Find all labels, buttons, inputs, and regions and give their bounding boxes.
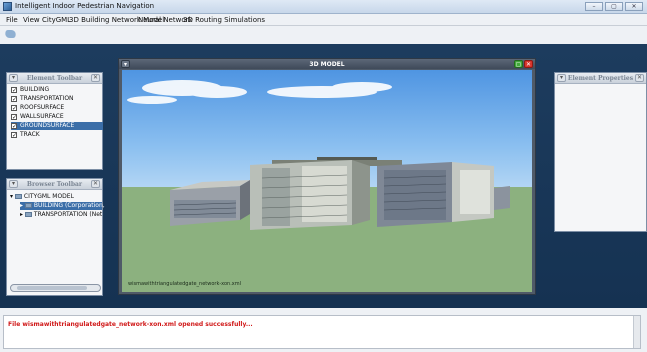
checkbox-label: BUILDING bbox=[20, 86, 50, 93]
building-center bbox=[250, 160, 370, 230]
check-icon[interactable]: ✓ bbox=[11, 96, 17, 103]
clouds bbox=[127, 80, 392, 104]
tree-item-building[interactable]: ▸ BUILDING (Corporation, bbox=[20, 202, 105, 210]
check-icon[interactable]: ✓ bbox=[11, 105, 17, 112]
minimize-button[interactable]: – bbox=[585, 2, 603, 11]
check-icon[interactable]: ✓ bbox=[11, 123, 17, 130]
checkbox-transportation[interactable]: ✓ TRANSPORTATION bbox=[11, 95, 103, 103]
model-window-title: 3D MODEL bbox=[309, 61, 345, 68]
checkbox-wallsurface[interactable]: ✓ WALLSURFACE bbox=[11, 113, 103, 121]
menu-view[interactable]: View bbox=[23, 16, 40, 24]
element-toolbar-header: ▾ Element Toolbar ✕ bbox=[7, 73, 102, 84]
desktop-pane: ▾ Element Toolbar ✕ ✓ BUILDING ✓ TRANSPO… bbox=[0, 44, 647, 308]
checkbox-label: WALLSURFACE bbox=[20, 113, 64, 120]
menu-3d-routing-simulations[interactable]: 3D Routing Simulations bbox=[183, 16, 265, 24]
status-message: File wismawithtriangulatedgate_network-x… bbox=[8, 321, 253, 328]
element-properties-close-button[interactable]: ✕ bbox=[635, 74, 644, 82]
tree-item-transportation[interactable]: ▸ TRANSPORTATION (Net bbox=[20, 211, 102, 219]
3d-viewport[interactable]: wismawithtriangulatedgate_network-xon.xm… bbox=[122, 70, 532, 292]
close-button[interactable]: ✕ bbox=[625, 2, 643, 11]
building-right bbox=[377, 162, 510, 227]
checkbox-track[interactable]: ✓ TRACK bbox=[11, 131, 103, 139]
element-properties-header: ▾ Element Properties ✕ bbox=[555, 73, 646, 84]
toolbar bbox=[0, 26, 647, 44]
building-left bbox=[170, 180, 250, 226]
tree-item-label: BUILDING (Corporation, bbox=[33, 202, 105, 209]
checkbox-building[interactable]: ✓ BUILDING bbox=[11, 86, 103, 94]
check-icon[interactable]: ✓ bbox=[11, 114, 17, 121]
browser-toolbar-title: Browser Toolbar bbox=[26, 181, 83, 188]
maximize-button[interactable]: ▢ bbox=[605, 2, 623, 11]
model-window-maximize-button[interactable]: ▢ bbox=[514, 60, 523, 68]
title-bar: Intelligent Indoor Pedestrian Navigation… bbox=[0, 0, 647, 14]
element-toolbar-panel: ▾ Element Toolbar ✕ ✓ BUILDING ✓ TRANSPO… bbox=[6, 72, 103, 170]
check-icon[interactable]: ✓ bbox=[11, 87, 17, 94]
checkbox-roofsurface[interactable]: ✓ ROOFSURFACE bbox=[11, 104, 103, 112]
checkbox-label: TRACK bbox=[20, 131, 40, 138]
tree-item-label: TRANSPORTATION (Net bbox=[33, 211, 103, 218]
tree-root[interactable]: ▾ CITYGML MODEL bbox=[10, 193, 74, 201]
horizontal-scrollbar[interactable] bbox=[10, 284, 101, 292]
element-toolbar-close-button[interactable]: ✕ bbox=[91, 74, 100, 82]
model-window: ▾ 3D MODEL ▢ ✕ wismawithtriangulatedgate… bbox=[118, 58, 536, 295]
tree-root-label: CITYGML MODEL bbox=[23, 193, 74, 200]
checkbox-label: GROUNDSURFACE bbox=[20, 122, 75, 129]
element-properties-panel: ▾ Element Properties ✕ bbox=[554, 72, 647, 232]
app-icon bbox=[3, 2, 12, 11]
status-console: File wismawithtriangulatedgate_network-x… bbox=[3, 315, 641, 349]
model-window-header: ▾ 3D MODEL ▢ ✕ bbox=[119, 59, 535, 69]
folder-icon bbox=[14, 194, 22, 199]
check-icon[interactable]: ✓ bbox=[11, 132, 17, 139]
scrollbar-thumb[interactable] bbox=[17, 286, 87, 290]
browser-toolbar-close-button[interactable]: ✕ bbox=[91, 180, 100, 188]
element-toolbar-title: Element Toolbar bbox=[26, 75, 83, 82]
status-area: File wismawithtriangulatedgate_network-x… bbox=[0, 308, 647, 352]
checkbox-label: ROOFSURFACE bbox=[20, 104, 65, 111]
menu-citygml[interactable]: CityGML bbox=[42, 16, 71, 24]
browser-toolbar-panel: ▾ Browser Toolbar ✕ ▾ CITYGML MODEL ▸ BU… bbox=[6, 178, 105, 296]
checkbox-label: TRANSPORTATION bbox=[20, 95, 74, 102]
menu-file[interactable]: File bbox=[6, 16, 18, 24]
menu-bar: File View CityGML 3D Building Network Mo… bbox=[0, 14, 647, 26]
3d-scene bbox=[122, 80, 532, 292]
vertical-scrollbar[interactable] bbox=[633, 316, 640, 348]
folder-icon bbox=[24, 203, 32, 208]
window-title: Intelligent Indoor Pedestrian Navigation bbox=[15, 2, 155, 10]
checkbox-groundsurface[interactable]: ✓ GROUNDSURFACE bbox=[11, 122, 103, 130]
model-window-close-button[interactable]: ✕ bbox=[524, 60, 533, 68]
leaf-icon[interactable] bbox=[3, 30, 18, 38]
element-properties-title: Element Properties bbox=[567, 75, 634, 82]
browser-toolbar-header: ▾ Browser Toolbar ✕ bbox=[7, 179, 102, 190]
model-filename-caption: wismawithtriangulatedgate_network-xon.xm… bbox=[128, 281, 241, 287]
folder-icon bbox=[24, 212, 32, 217]
